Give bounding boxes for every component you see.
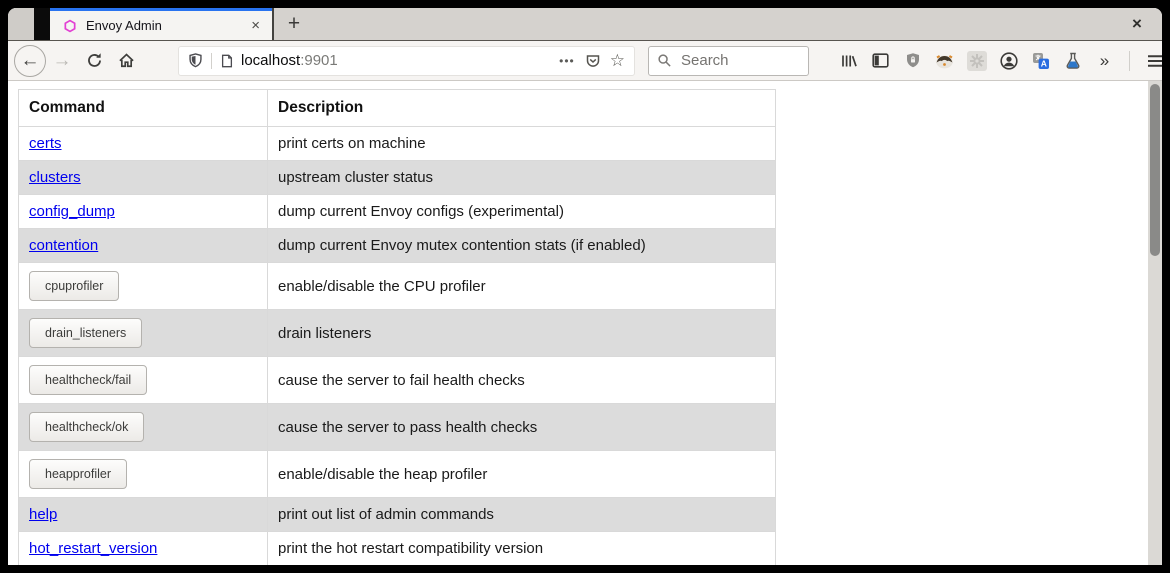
certs-link[interactable]: certs: [29, 135, 62, 152]
bookmark-star-icon[interactable]: ☆: [610, 51, 625, 71]
window-close-button[interactable]: ×: [1124, 11, 1150, 37]
admin-commands-table: Command Description certs print certs on…: [18, 89, 776, 565]
row-description: dump current Envoy configs (experimental…: [268, 195, 776, 229]
url-port: :9901: [300, 52, 338, 69]
tab-close-icon[interactable]: ×: [247, 16, 264, 35]
row-description: upstream cluster status: [268, 161, 776, 195]
table-row-healthcheck-fail: healthcheck/fail cause the server to fai…: [19, 357, 776, 404]
reload-button[interactable]: [78, 45, 110, 77]
new-tab-button[interactable]: +: [280, 10, 308, 38]
toolbar-extensions: A »: [835, 47, 1162, 74]
healthcheck-ok-button[interactable]: healthcheck/ok: [29, 412, 144, 442]
toolbar-separator: [1129, 51, 1130, 71]
menu-hamburger-icon[interactable]: [1141, 47, 1162, 74]
search-bar[interactable]: [648, 46, 809, 76]
forward-button[interactable]: →: [46, 45, 78, 77]
table-row-hot-restart-version: hot_restart_version print the hot restar…: [19, 532, 776, 566]
row-description: dump current Envoy mutex contention stat…: [268, 229, 776, 263]
row-description: cause the server to fail health checks: [268, 357, 776, 404]
account-icon[interactable]: [995, 47, 1022, 74]
row-description: print certs on machine: [268, 127, 776, 161]
page-info-icon[interactable]: [220, 53, 234, 69]
table-row-clusters: clusters upstream cluster status: [19, 161, 776, 195]
contention-link[interactable]: contention: [29, 237, 98, 254]
table-row-healthcheck-ok: healthcheck/ok cause the server to pass …: [19, 404, 776, 451]
navigation-toolbar: ← → localhost:9901 ••• ☆: [8, 41, 1162, 81]
table-row-certs: certs print certs on machine: [19, 127, 776, 161]
hot-restart-version-link[interactable]: hot_restart_version: [29, 540, 157, 557]
column-header-description: Description: [268, 90, 776, 127]
table-row-drain-listeners: drain_listeners drain listeners: [19, 310, 776, 357]
back-button[interactable]: ←: [14, 45, 46, 77]
envoy-favicon-hexagon-icon: [63, 19, 77, 33]
overflow-chevron-icon[interactable]: »: [1091, 47, 1118, 74]
privacy-badger-icon[interactable]: [931, 47, 958, 74]
disabled-extension-icon[interactable]: [963, 47, 990, 74]
translate-icon[interactable]: A: [1027, 47, 1054, 74]
browser-window: Envoy Admin × + × ← → localhost:9901 •••: [8, 8, 1162, 565]
heapprofiler-button[interactable]: heapprofiler: [29, 459, 127, 489]
scrollbar-thumb[interactable]: [1150, 84, 1160, 256]
healthcheck-fail-button[interactable]: healthcheck/fail: [29, 365, 147, 395]
search-icon: [657, 53, 672, 68]
row-description: enable/disable the heap profiler: [268, 451, 776, 498]
tracking-protection-shield-icon[interactable]: [188, 52, 203, 69]
row-description: enable/disable the CPU profiler: [268, 263, 776, 310]
config-dump-link[interactable]: config_dump: [29, 203, 115, 220]
table-row-config-dump: config_dump dump current Envoy configs (…: [19, 195, 776, 229]
url-bar[interactable]: localhost:9901 ••• ☆: [178, 46, 635, 76]
shield-lock-icon[interactable]: [899, 47, 926, 74]
url-host: localhost: [241, 52, 300, 69]
page-scrollbar[interactable]: [1148, 81, 1162, 565]
pocket-icon[interactable]: [585, 53, 601, 69]
urlbar-separator: [211, 53, 212, 69]
tab-separator: [272, 8, 274, 40]
clusters-link[interactable]: clusters: [29, 169, 81, 186]
table-row-cpuprofiler: cpuprofiler enable/disable the CPU profi…: [19, 263, 776, 310]
home-button[interactable]: [110, 45, 142, 77]
drain-listeners-button[interactable]: drain_listeners: [29, 318, 142, 348]
page-content: Command Description certs print certs on…: [8, 81, 1162, 565]
table-row-contention: contention dump current Envoy mutex cont…: [19, 229, 776, 263]
flask-icon[interactable]: [1059, 47, 1086, 74]
tab-envoy-admin[interactable]: Envoy Admin ×: [50, 8, 272, 40]
tabbar-left-spacer: [8, 8, 34, 40]
table-row-help: help print out list of admin commands: [19, 498, 776, 532]
sidebar-icon[interactable]: [867, 47, 894, 74]
column-header-command: Command: [19, 90, 268, 127]
page-actions-icon[interactable]: •••: [559, 54, 575, 68]
svg-text:A: A: [1040, 58, 1046, 68]
tab-title: Envoy Admin: [86, 18, 238, 33]
help-link[interactable]: help: [29, 506, 57, 523]
table-row-heapprofiler: heapprofiler enable/disable the heap pro…: [19, 451, 776, 498]
search-input[interactable]: [679, 51, 800, 70]
row-description: print out list of admin commands: [268, 498, 776, 532]
tabbar-gap: [34, 8, 50, 40]
row-description: cause the server to pass health checks: [268, 404, 776, 451]
tab-bar: Envoy Admin × + ×: [8, 8, 1162, 41]
row-description: print the hot restart compatibility vers…: [268, 532, 776, 566]
row-description: drain listeners: [268, 310, 776, 357]
table-header-row: Command Description: [19, 90, 776, 127]
cpuprofiler-button[interactable]: cpuprofiler: [29, 271, 119, 301]
library-icon[interactable]: [835, 47, 862, 74]
